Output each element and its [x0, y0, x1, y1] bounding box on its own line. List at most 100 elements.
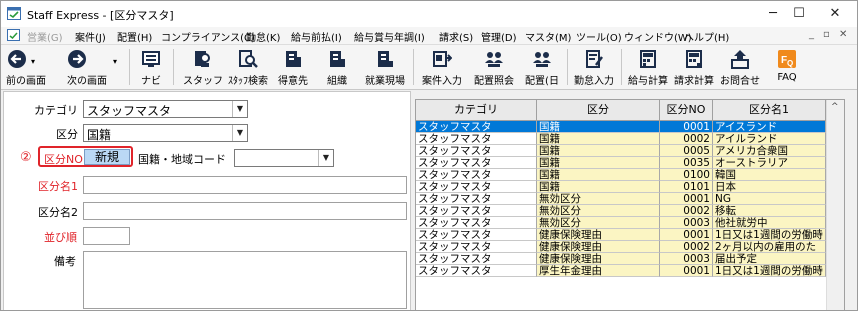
mdi-minimize-button[interactable]: _	[809, 29, 814, 40]
toolbar-customer-button[interactable]: 得意先	[275, 47, 311, 87]
menu-compliance[interactable]: コンプライアンス(C)	[161, 29, 255, 44]
remarks-textarea[interactable]	[83, 251, 407, 309]
toolbar-payroll-calc-label: 給与計算	[628, 76, 668, 87]
toolbar: ▾ 前の画面 ▾ 次の画面 ナビ スタッフ ｽﾀｯﾌ検索 得意先 組織 就業現場…	[1, 45, 857, 90]
toolbar-payroll-calc-button[interactable]: 給与計算	[625, 47, 671, 87]
app-icon	[7, 7, 21, 20]
data-grid: カテゴリ 区分 区分NO 区分名1 スタッフマスタ 国籍 0001 アイスランド スタッ…	[415, 99, 845, 310]
faq-icon: FQ	[778, 50, 796, 68]
toolbar-billing-calc-button[interactable]: 請求計算	[671, 47, 717, 87]
app-window: Staff Express - [区分マスタ] ─ ☐ ✕ 営業(G) 案件(J…	[0, 0, 858, 311]
staff-search-icon	[239, 50, 258, 68]
project-entry-icon	[433, 51, 452, 67]
scroll-up-icon[interactable]: ^	[831, 102, 839, 112]
category-select[interactable]: スタッフマスタ ▼	[83, 100, 248, 118]
cell-category: スタッフマスタ	[416, 145, 537, 157]
country-code-select[interactable]: ▼	[234, 149, 334, 167]
toolbar-placement-inquiry-button[interactable]: 配置照会	[473, 47, 515, 87]
arrow-left-icon	[8, 50, 26, 68]
toolbar-organization-button[interactable]: 組織	[323, 47, 351, 87]
title-bar: Staff Express - [区分マスタ] ─ ☐ ✕	[1, 1, 857, 27]
kubun-value: 国籍	[87, 128, 112, 142]
column-header-category[interactable]: カテゴリ	[416, 100, 537, 120]
toolbar-navi-button[interactable]: ナビ	[137, 47, 165, 87]
toolbar-staff-search-button[interactable]: ｽﾀｯﾌ検索	[225, 47, 271, 87]
cell-kubun-no: 0003	[660, 217, 713, 229]
kubun-no-field[interactable]: 新規	[84, 149, 130, 165]
cell-kubun-no: 0100	[660, 169, 713, 181]
cell-kubun-name1: オーストラリア	[713, 157, 826, 169]
menu-seikyu[interactable]: 請求(S)	[439, 29, 473, 44]
menu-window[interactable]: ウィンドウ(W)	[624, 29, 692, 44]
mdi-child-icon[interactable]	[7, 29, 20, 41]
cell-category: スタッフマスタ	[416, 253, 537, 265]
cell-kubun-name1: アメリカ合衆国	[713, 145, 826, 157]
cell-category: スタッフマスタ	[416, 169, 537, 181]
cell-kubun-no: 0001	[660, 121, 713, 133]
column-header-kubun[interactable]: 区分	[537, 100, 660, 120]
toolbar-project-entry-button[interactable]: 案件入力	[419, 47, 465, 87]
menu-haichi[interactable]: 配置(H)	[117, 29, 152, 44]
menu-help[interactable]: ヘルプ(H)	[684, 29, 729, 44]
table-row[interactable]: スタッフマスタ 国籍 0005 アメリカ合衆国	[416, 145, 826, 157]
menu-kyuyo-shoyo-nencho[interactable]: 給与賞与年調(I)	[354, 29, 425, 44]
toolbar-separator	[567, 49, 568, 85]
table-row[interactable]: スタッフマスタ 国籍 0100 韓国	[416, 169, 826, 181]
cell-kubun-name1: 移転	[713, 205, 826, 217]
cell-kubun-name1: 1日又は1週間の労働時	[713, 229, 826, 241]
cell-kubun: 無効区分	[537, 217, 660, 229]
menu-kanri[interactable]: 管理(D)	[481, 29, 517, 44]
toolbar-inquiry-button[interactable]: お問合せ	[717, 47, 763, 87]
window-maximize-button[interactable]: ☐	[779, 1, 819, 27]
cell-kubun-no: 0001	[660, 193, 713, 205]
table-row[interactable]: スタッフマスタ 無効区分 0003 他社就労中	[416, 217, 826, 229]
kubun-name2-input[interactable]	[83, 202, 407, 220]
window-close-button[interactable]: ✕	[815, 1, 855, 27]
table-row[interactable]: スタッフマスタ 健康保険理由 0002 2ヶ月以内の雇用のた	[416, 241, 826, 253]
menu-eigyo[interactable]: 営業(G)	[27, 29, 63, 44]
table-row[interactable]: スタッフマスタ 厚生年金理由 0001 1日又は1週間の労働時	[416, 265, 826, 277]
toolbar-faq-button[interactable]: FQ FAQ	[769, 47, 805, 87]
sort-order-input[interactable]	[83, 227, 130, 245]
table-row[interactable]: スタッフマスタ 健康保険理由 0003 届出予定	[416, 253, 826, 265]
cell-kubun: 国籍	[537, 169, 660, 181]
cell-kubun-name1: 他社就労中	[713, 217, 826, 229]
column-header-kubun-no[interactable]: 区分NO	[660, 100, 713, 120]
cell-kubun-no: 0001	[660, 229, 713, 241]
customer-icon	[286, 51, 301, 67]
inquiry-icon	[731, 50, 749, 69]
kubun-select[interactable]: 国籍 ▼	[83, 124, 248, 142]
table-row[interactable]: スタッフマスタ 健康保険理由 0001 1日又は1週間の労働時	[416, 229, 826, 241]
toolbar-attendance-entry-button[interactable]: 勤怠入力	[571, 47, 617, 87]
kubun-no-label: 区分NO	[44, 153, 83, 166]
cell-kubun-no: 0001	[660, 265, 713, 277]
menu-anken[interactable]: 案件(J)	[75, 29, 106, 44]
menu-bar: 営業(G) 案件(J) 配置(H) コンプライアンス(C) 勤怠(K) 給与前払…	[1, 27, 857, 45]
toolbar-placement-daily-button[interactable]: 配置(日	[521, 47, 563, 87]
menu-kintai[interactable]: 勤怠(K)	[246, 29, 280, 44]
mdi-close-button[interactable]: ✕	[839, 29, 847, 40]
table-row[interactable]: スタッフマスタ 無効区分 0002 移転	[416, 205, 826, 217]
cell-kubun: 国籍	[537, 133, 660, 145]
table-row[interactable]: スタッフマスタ 無効区分 0001 NG	[416, 193, 826, 205]
toolbar-staff-button[interactable]: スタッフ	[183, 47, 223, 87]
toolbar-forward-button[interactable]: ▾ 次の画面	[63, 47, 117, 87]
menu-master[interactable]: マスタ(M)	[525, 29, 571, 44]
vertical-scrollbar[interactable]: ^	[826, 100, 844, 310]
table-row[interactable]: スタッフマスタ 国籍 0101 日本	[416, 181, 826, 193]
toolbar-worksite-label: 就業現場	[365, 76, 405, 87]
toolbar-worksite-button[interactable]: 就業現場	[363, 47, 407, 87]
table-row[interactable]: スタッフマスタ 国籍 0001 アイスランド	[416, 121, 826, 133]
menu-kyuyo-maebarai[interactable]: 給与前払(I)	[291, 29, 342, 44]
menu-tool[interactable]: ツール(O)	[576, 29, 622, 44]
cell-kubun-no: 0002	[660, 205, 713, 217]
mdi-restore-button[interactable]: ▫	[823, 29, 830, 40]
toolbar-back-button[interactable]: ▾ 前の画面	[3, 47, 49, 87]
kubun-label: 区分	[56, 128, 78, 141]
column-header-kubun-name1[interactable]: 区分名1	[713, 100, 826, 120]
toolbar-separator	[173, 49, 174, 85]
table-row[interactable]: スタッフマスタ 国籍 0002 アイルランド	[416, 133, 826, 145]
kubun-name1-input[interactable]	[83, 176, 407, 194]
table-row[interactable]: スタッフマスタ 国籍 0035 オーストラリア	[416, 157, 826, 169]
cell-kubun-no: 0035	[660, 157, 713, 169]
